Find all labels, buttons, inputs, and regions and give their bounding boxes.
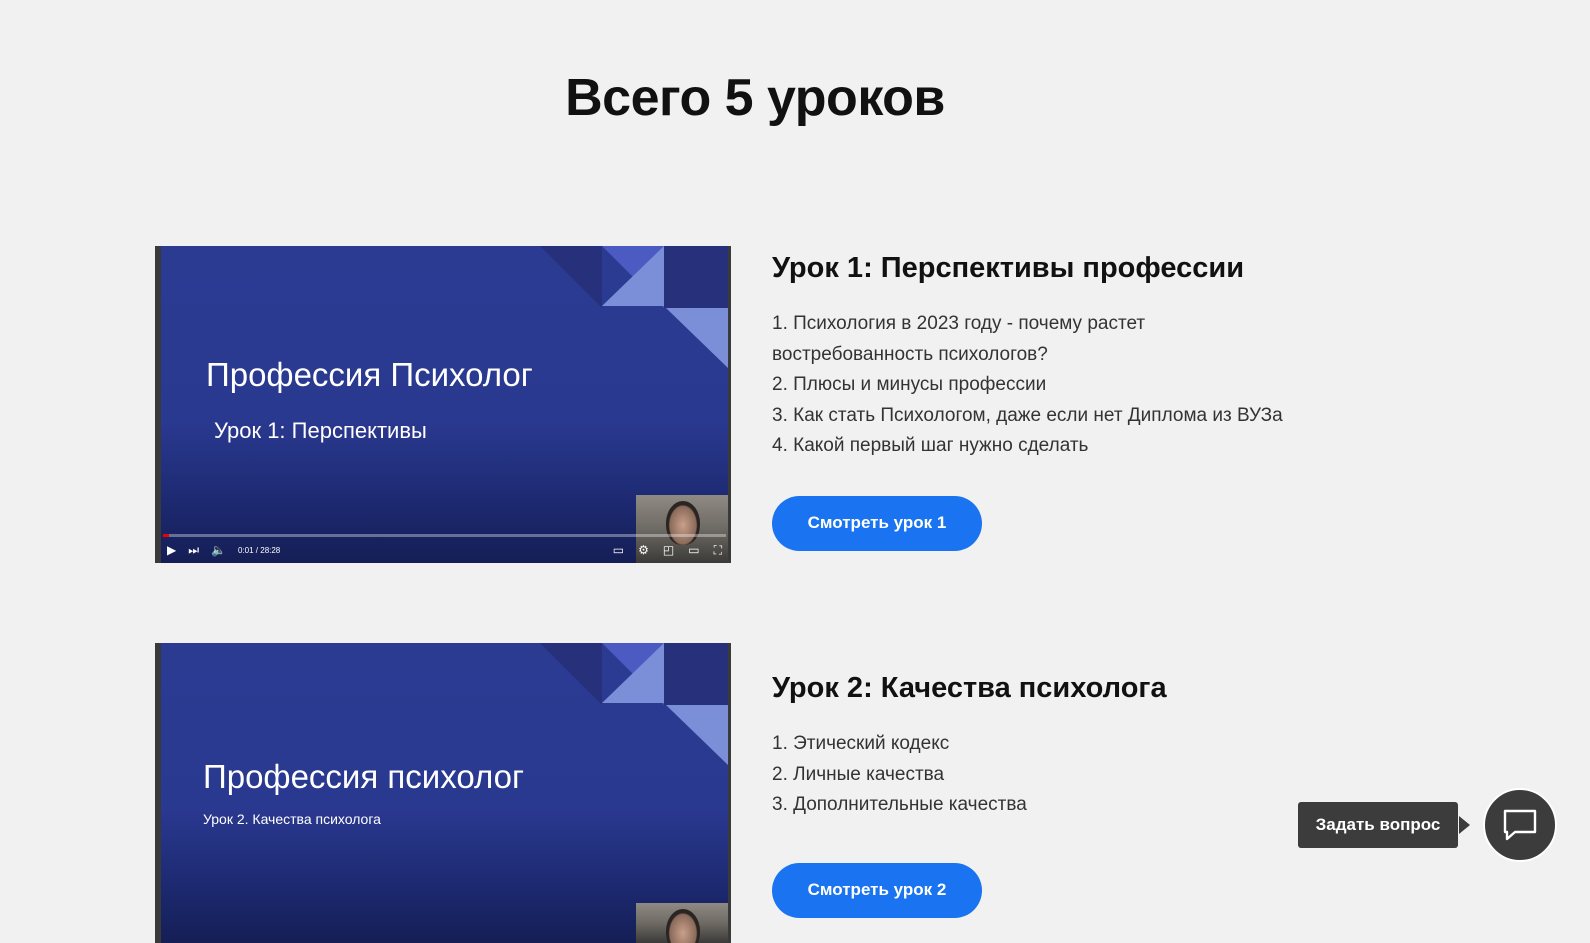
slide-decoration (602, 246, 664, 306)
fullscreen-icon[interactable]: ⛶ (714, 544, 722, 556)
video-slide-title: Профессия Психолог (206, 356, 533, 393)
lesson-title: Урок 2: Качества психолога (772, 672, 1167, 704)
video-slide-subtitle: Урок 2. Качества психолога (203, 811, 381, 827)
slide-decoration (540, 246, 602, 308)
slide-decoration (666, 705, 728, 765)
video-player-lesson-1[interactable]: Профессия Психолог Урок 1: Перспективы ▶… (155, 246, 731, 563)
topic-list: 1. Психология в 2023 году - почему расте… (772, 309, 1372, 462)
lesson-description-1: Урок 1: Перспективы профессии 1. Психоло… (772, 246, 1372, 551)
lesson-title: Урок 1: Перспективы профессии (772, 252, 1245, 284)
topic-item: 2. Личные качества (772, 763, 945, 785)
topic-item: 1. Психология в 2023 году - почему расте… (772, 313, 1146, 334)
video-controls: ▶ ⏭ 🔈 0:01 / 28:28 ▭ ⚙ ◰ ▭ ⛶ (161, 537, 728, 563)
subtitles-icon[interactable]: ▭ (613, 544, 624, 556)
slide-decoration (602, 643, 664, 703)
ask-question-tooltip[interactable]: Задать вопрос (1298, 802, 1458, 848)
topic-item: востребованность психологов? (772, 343, 1048, 365)
slide-decoration (664, 246, 728, 308)
theater-mode-icon[interactable]: ▭ (688, 544, 699, 556)
webcam-overlay (636, 903, 728, 943)
watch-lesson-2-button[interactable]: Смотреть урок 2 (772, 862, 982, 918)
topic-item: 1. Этический кодекс (772, 733, 950, 754)
slide-decoration (664, 643, 728, 705)
topic-item: 3. Как стать Психологом, даже если нет Д… (772, 404, 1283, 426)
next-icon[interactable]: ⏭ (188, 544, 199, 556)
slide-decoration (666, 308, 728, 368)
presenter-face (666, 909, 700, 943)
topic-item: 3. Дополнительные качества (772, 794, 1027, 815)
topic-list: 1. Этический кодекс 2. Личные качества 3… (772, 729, 1372, 821)
video-player-lesson-2[interactable]: Профессия психолог Урок 2. Качества псих… (155, 643, 731, 943)
chat-bubble-icon (1503, 809, 1537, 841)
topic-item: 2. Плюсы и минусы профессии (772, 374, 1047, 395)
page-title: Всего 5 уроков (565, 69, 945, 127)
miniplayer-icon[interactable]: ◰ (663, 544, 674, 556)
watch-lesson-1-button[interactable]: Смотреть урок 1 (772, 495, 982, 551)
tooltip-arrow (1459, 816, 1470, 834)
video-time: 0:01 / 28:28 (238, 545, 281, 555)
video-slide-subtitle: Урок 1: Перспективы (214, 418, 427, 443)
settings-icon[interactable]: ⚙ (638, 544, 649, 556)
lesson-description-2: Урок 2: Качества психолога 1. Этический … (772, 643, 1372, 918)
volume-icon[interactable]: 🔈 (211, 544, 226, 556)
topic-item: 4. Какой первый шаг нужно сделать (772, 435, 1089, 456)
chat-button[interactable] (1483, 788, 1557, 862)
video-slide-title: Профессия психолог (203, 758, 524, 795)
slide-decoration (540, 643, 602, 705)
play-icon[interactable]: ▶ (167, 544, 176, 556)
